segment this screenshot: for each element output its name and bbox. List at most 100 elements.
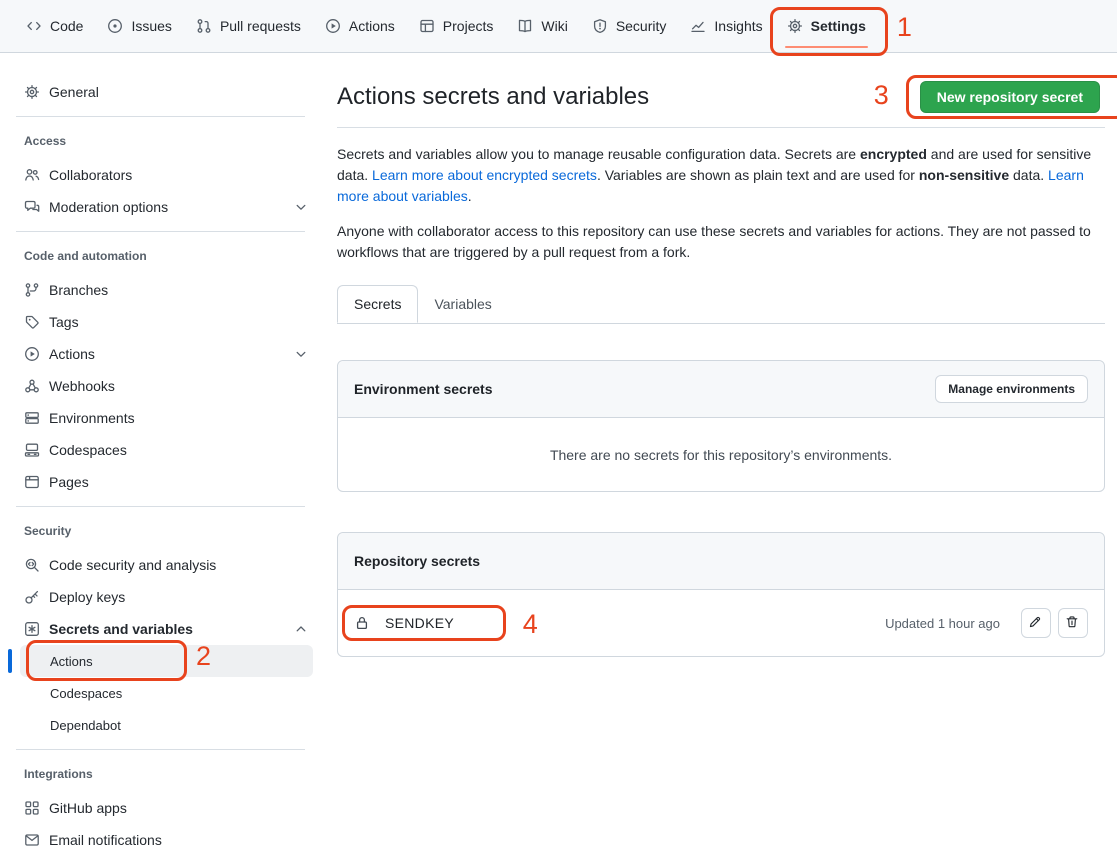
sidebar-item-tags[interactable]: Tags xyxy=(0,306,321,338)
environment-secrets-empty-text: There are no secrets for this repository… xyxy=(338,418,1104,491)
sidebar-item-label: Tags xyxy=(49,314,79,330)
sidebar-item-label: Email notifications xyxy=(49,832,162,848)
sidebar-section-code-automation: Code and automation xyxy=(0,248,321,264)
sidebar-divider xyxy=(16,506,305,507)
nav-tab-code[interactable]: Code xyxy=(14,0,95,52)
sidebar-item-label: Collaborators xyxy=(49,167,132,183)
environment-secrets-header: Environment secrets Manage environments xyxy=(338,361,1104,418)
secret-updated-text: Updated 1 hour ago xyxy=(885,616,1000,631)
new-repository-secret-button[interactable]: New repository secret xyxy=(920,81,1100,113)
repo-tab-nav: Code Issues Pull requests Actions Projec… xyxy=(0,0,1117,53)
comment-discussion-icon xyxy=(24,199,40,215)
annotation-number-4: 4 xyxy=(523,611,538,638)
nav-tab-label: Projects xyxy=(443,18,494,34)
secret-row-actions: Updated 1 hour ago xyxy=(885,608,1088,638)
nav-tab-issues[interactable]: Issues xyxy=(95,0,183,52)
environment-secrets-title: Environment secrets xyxy=(354,381,493,397)
sidebar-item-moderation-options[interactable]: Moderation options xyxy=(0,191,321,223)
sidebar-subitem-label: Actions xyxy=(50,654,93,669)
intro-text: . xyxy=(468,188,472,204)
sidebar-item-environments[interactable]: Environments xyxy=(0,402,321,434)
codespaces-icon xyxy=(24,442,40,458)
nav-tab-insights[interactable]: Insights xyxy=(678,0,774,52)
repository-secrets-card: Repository secrets SENDKEY 4 Updated 1 h… xyxy=(337,532,1105,657)
annotation-number-1: 1 xyxy=(897,14,912,41)
intro-paragraph-2: Anyone with collaborator access to this … xyxy=(337,221,1105,263)
sidebar-section-access: Access xyxy=(0,133,321,149)
chevron-down-icon xyxy=(293,346,309,362)
nav-tab-security[interactable]: Security xyxy=(580,0,679,52)
sidebar-item-label: Moderation options xyxy=(49,199,168,215)
table-icon xyxy=(419,18,435,34)
secrets-variables-tabnav: Secrets Variables xyxy=(337,285,1105,324)
intro-paragraph-1: Secrets and variables allow you to manag… xyxy=(337,144,1105,207)
repository-secrets-header: Repository secrets xyxy=(338,533,1104,590)
manage-environments-button[interactable]: Manage environments xyxy=(935,375,1088,403)
sidebar-section-security: Security xyxy=(0,523,321,539)
tab-secrets[interactable]: Secrets xyxy=(337,285,418,323)
main-content: Actions secrets and variables New reposi… xyxy=(337,53,1105,657)
sidebar-subitem-codespaces[interactable]: Codespaces xyxy=(20,677,313,709)
people-icon xyxy=(24,167,40,183)
nav-tab-label: Wiki xyxy=(541,18,567,34)
sidebar-item-label: General xyxy=(49,84,99,100)
sidebar-item-general[interactable]: General xyxy=(0,76,321,108)
issue-opened-icon xyxy=(107,18,123,34)
nav-tab-projects[interactable]: Projects xyxy=(407,0,506,52)
tab-variables[interactable]: Variables xyxy=(418,285,507,323)
sidebar-item-pages[interactable]: Pages xyxy=(0,466,321,498)
intro-text: data. xyxy=(1009,167,1048,183)
nav-tab-actions[interactable]: Actions xyxy=(313,0,407,52)
secret-row: SENDKEY 4 Updated 1 hour ago xyxy=(338,590,1104,656)
link-learn-encrypted-secrets[interactable]: Learn more about encrypted secrets xyxy=(372,167,597,183)
nav-tab-settings[interactable]: Settings 1 xyxy=(775,0,878,52)
gear-icon xyxy=(24,84,40,100)
sidebar-subitem-label: Codespaces xyxy=(50,686,122,701)
delete-secret-button[interactable] xyxy=(1058,608,1088,638)
nav-tab-label: Issues xyxy=(131,18,171,34)
nav-tab-label: Code xyxy=(50,18,83,34)
chevron-up-icon xyxy=(293,621,309,637)
annotation-number-2: 2 xyxy=(196,643,211,670)
apps-icon xyxy=(24,800,40,816)
secret-name: SENDKEY xyxy=(385,615,454,631)
sidebar-item-label: Branches xyxy=(49,282,108,298)
sidebar-item-actions[interactable]: Actions xyxy=(0,338,321,370)
server-icon xyxy=(24,410,40,426)
sidebar-subitem-actions[interactable]: Actions 2 xyxy=(20,645,313,677)
intro-bold-encrypted: encrypted xyxy=(860,146,927,162)
sidebar-item-github-apps[interactable]: GitHub apps xyxy=(0,792,321,824)
trash-icon xyxy=(1065,615,1081,631)
sidebar-item-codespaces[interactable]: Codespaces xyxy=(0,434,321,466)
sidebar-item-label: Deploy keys xyxy=(49,589,125,605)
sidebar-item-webhooks[interactable]: Webhooks xyxy=(0,370,321,402)
nav-tab-label: Insights xyxy=(714,18,762,34)
sidebar-item-secrets-and-variables[interactable]: Secrets and variables xyxy=(0,613,321,645)
mail-icon xyxy=(24,832,40,848)
shield-icon xyxy=(592,18,608,34)
sidebar-item-deploy-keys[interactable]: Deploy keys xyxy=(0,581,321,613)
tag-icon xyxy=(24,314,40,330)
sidebar-item-email-notifications[interactable]: Email notifications xyxy=(0,824,321,856)
webhook-icon xyxy=(24,378,40,394)
sidebar-item-code-security[interactable]: Code security and analysis xyxy=(0,549,321,581)
intro-text: Secrets and variables allow you to manag… xyxy=(337,146,860,162)
sidebar-subitem-dependabot[interactable]: Dependabot xyxy=(20,709,313,741)
sidebar-item-label: GitHub apps xyxy=(49,800,127,816)
edit-secret-button[interactable] xyxy=(1021,608,1051,638)
sidebar-item-branches[interactable]: Branches xyxy=(0,274,321,306)
nav-tab-label: Pull requests xyxy=(220,18,301,34)
page-header: Actions secrets and variables New reposi… xyxy=(337,53,1105,128)
nav-tab-wiki[interactable]: Wiki xyxy=(505,0,579,52)
nav-tab-label: Actions xyxy=(349,18,395,34)
chevron-down-icon xyxy=(293,199,309,215)
nav-tab-pull-requests[interactable]: Pull requests xyxy=(184,0,313,52)
sidebar-divider xyxy=(16,749,305,750)
sidebar-item-collaborators[interactable]: Collaborators xyxy=(0,159,321,191)
sidebar-item-label: Actions xyxy=(49,346,95,362)
sidebar-subitem-label: Dependabot xyxy=(50,718,121,733)
sidebar-divider xyxy=(16,116,305,117)
sidebar-section-integrations: Integrations xyxy=(0,766,321,782)
graph-icon xyxy=(690,18,706,34)
git-pull-request-icon xyxy=(196,18,212,34)
